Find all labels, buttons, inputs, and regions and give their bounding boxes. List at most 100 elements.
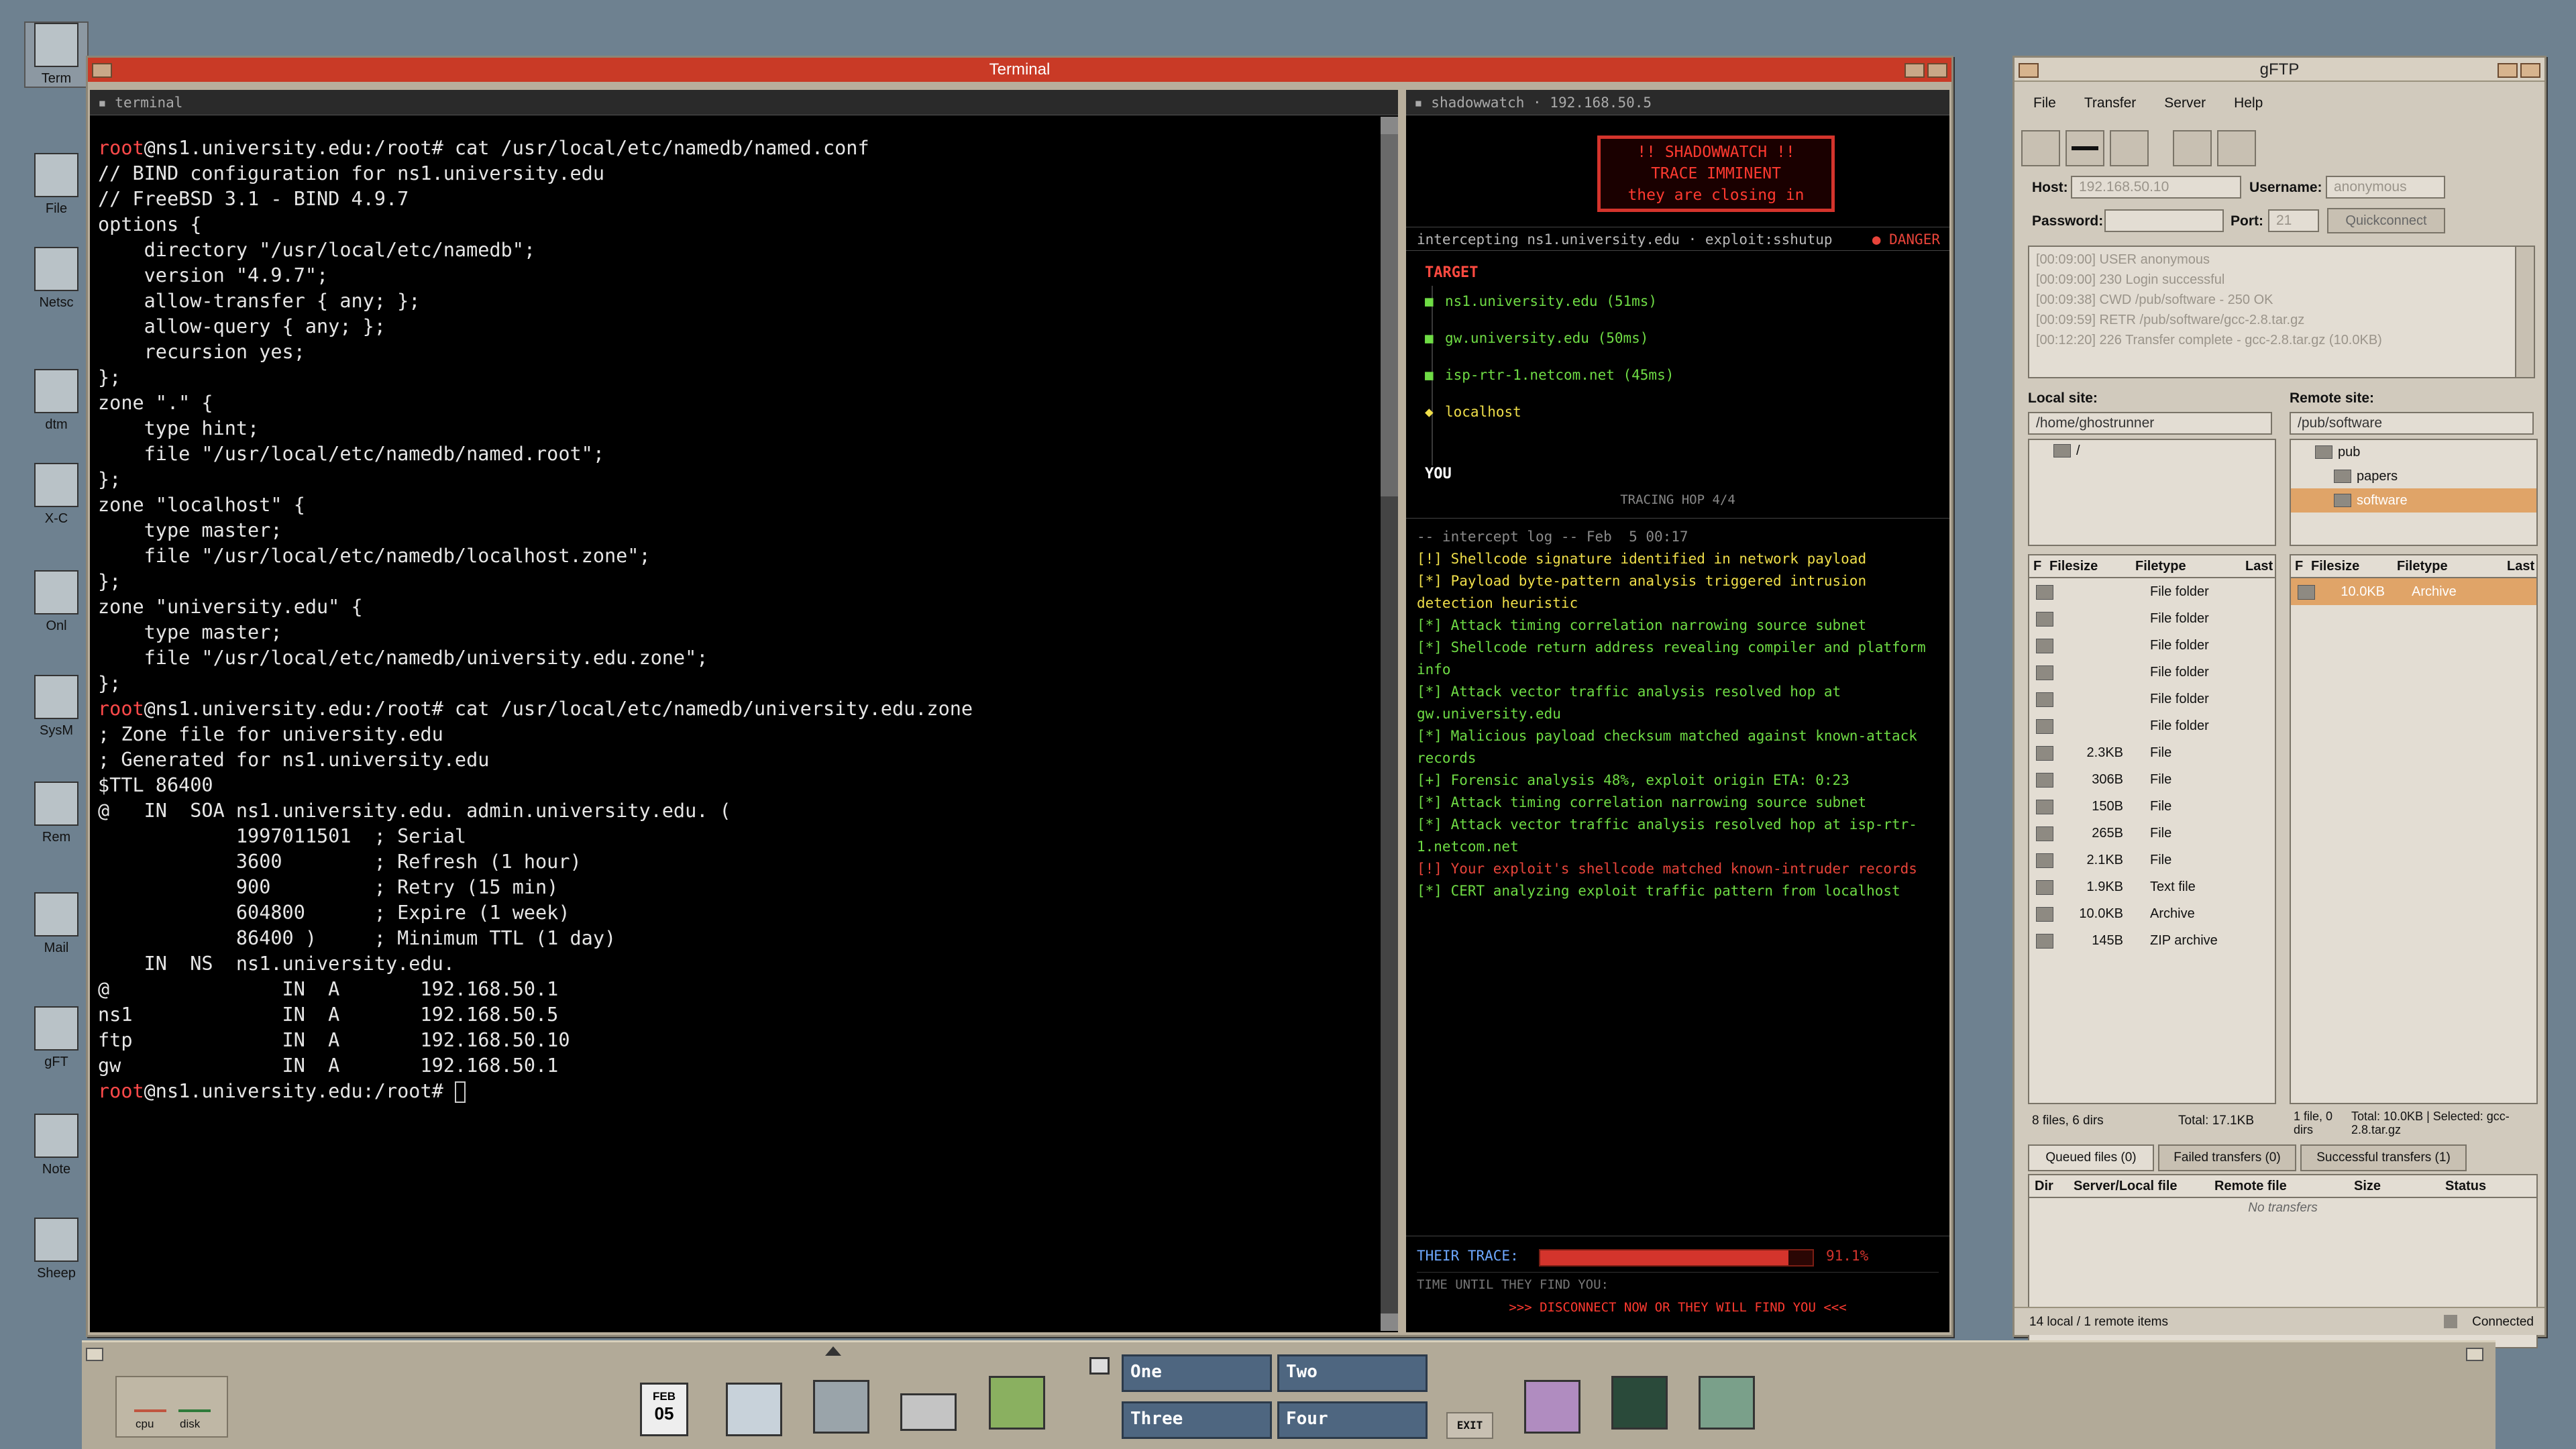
workspace-four[interactable]: Four <box>1277 1401 1428 1439</box>
queue-col-header[interactable]: Size <box>2354 1179 2381 1194</box>
pin-icon[interactable] <box>2173 130 2212 166</box>
scroll-down-arrow[interactable] <box>1381 1313 1398 1331</box>
connect-icon[interactable] <box>2065 130 2104 166</box>
queue-tab[interactable]: Queued files (0) <box>2028 1144 2154 1171</box>
minimize-button[interactable] <box>2498 63 2518 78</box>
gftp-titlebar[interactable]: gFTP <box>2015 58 2544 82</box>
terminal-icon[interactable] <box>813 1380 869 1434</box>
desktop-icon[interactable]: Rem <box>24 782 89 845</box>
file-row[interactable]: File folder <box>2029 686 2275 712</box>
file-row[interactable]: 2.3KB File <box>2029 739 2275 766</box>
hop-marker: ■ <box>1425 330 1434 346</box>
col-header[interactable]: Filesize <box>2311 559 2359 574</box>
port-input[interactable]: 21 <box>2268 209 2319 232</box>
panel-handle-right[interactable] <box>2466 1348 2483 1361</box>
terminal-line: allow-transfer { any; }; <box>98 288 1373 314</box>
desktop-icon[interactable]: SysM <box>24 675 89 739</box>
maximize-button[interactable] <box>2520 63 2540 78</box>
queue-col-header[interactable]: Dir <box>2035 1179 2053 1194</box>
scroll-thumb[interactable] <box>1381 134 1398 496</box>
minimize-button[interactable] <box>1904 63 1925 78</box>
queue-col-header[interactable]: Status <box>2445 1179 2486 1194</box>
workspace-two[interactable]: Two <box>1277 1354 1428 1392</box>
lock-icon[interactable] <box>1089 1357 1110 1375</box>
disconnect-icon[interactable] <box>2021 130 2060 166</box>
username-input[interactable]: anonymous <box>2326 176 2445 199</box>
password-input[interactable] <box>2104 209 2224 232</box>
file-row[interactable]: 150B File <box>2029 793 2275 820</box>
performance-monitor-icon[interactable] <box>1611 1376 1668 1430</box>
col-header[interactable]: Last r <box>2245 559 2275 574</box>
file-row[interactable]: 10.0KB Archive <box>2029 900 2275 927</box>
stop-icon[interactable] <box>2217 130 2256 166</box>
menu-transfer[interactable]: Transfer <box>2071 93 2151 111</box>
col-header[interactable]: Last r <box>2507 559 2536 574</box>
tree-root[interactable]: / <box>2029 440 2275 462</box>
queue-col-header[interactable]: Server/Local file <box>2074 1179 2178 1194</box>
desktop-icon[interactable]: Sheep <box>24 1218 89 1281</box>
tree-item-papers[interactable]: papers <box>2291 464 2536 488</box>
tree-item-pub[interactable]: pub <box>2291 440 2536 464</box>
maximize-button[interactable] <box>1927 63 1947 78</box>
calendar-icon[interactable]: FEB 05 <box>640 1383 688 1436</box>
file-row[interactable]: 10.0KB Archive <box>2291 578 2536 605</box>
menu-file[interactable]: File <box>2020 93 2071 111</box>
desktop-icon[interactable]: Note <box>24 1114 89 1177</box>
file-row[interactable]: 2.1KB File <box>2029 847 2275 873</box>
col-header[interactable]: Filetype <box>2135 559 2186 574</box>
style-manager-icon[interactable] <box>1524 1380 1580 1434</box>
col-header[interactable]: F <box>2033 559 2041 574</box>
printer-icon[interactable] <box>900 1393 957 1431</box>
desktop-icon[interactable]: Onl <box>24 570 89 634</box>
desktop-icon[interactable]: gFT <box>24 1006 89 1070</box>
desktop-icon[interactable]: dtm <box>24 369 89 433</box>
col-header[interactable]: F <box>2295 559 2303 574</box>
panel-handle-left[interactable] <box>86 1348 103 1361</box>
file-row[interactable]: File folder <box>2029 712 2275 739</box>
terminal-scrollbar[interactable] <box>1381 117 1398 1331</box>
workspace-three[interactable]: Three <box>1122 1401 1272 1439</box>
quickconnect-button[interactable]: Quickconnect <box>2327 208 2445 233</box>
terminal-line: // BIND configuration for ns1.university… <box>98 161 1373 186</box>
local-path-input[interactable]: /home/ghostrunner <box>2028 412 2272 435</box>
file-row[interactable]: 1.9KB Text file <box>2029 873 2275 900</box>
terminal-pane[interactable]: ▪ terminal root@ns1.university.edu:/root… <box>90 90 1398 1332</box>
queue-tab[interactable]: Successful transfers (1) <box>2300 1144 2467 1171</box>
file-row[interactable]: File folder <box>2029 578 2275 605</box>
gftp-menubar: File Transfer Server Help <box>2020 93 2536 115</box>
desktop-icon[interactable]: Term <box>24 21 89 88</box>
image-icon[interactable] <box>2110 130 2149 166</box>
desktop-icon[interactable]: Mail <box>24 892 89 956</box>
window-menu-button[interactable] <box>92 63 112 78</box>
scroll-up-arrow[interactable] <box>1381 117 1398 134</box>
tree-item-software[interactable]: software <box>2291 488 2536 513</box>
desktop-icon[interactable]: File <box>24 153 89 217</box>
file-row[interactable]: File folder <box>2029 659 2275 686</box>
file-manager-icon[interactable] <box>726 1383 782 1436</box>
window-menu-button[interactable] <box>2019 63 2039 78</box>
col-header[interactable]: Filesize <box>2049 559 2098 574</box>
panel-expand-arrow[interactable] <box>825 1346 841 1356</box>
log-scrollbar[interactable] <box>2515 247 2534 377</box>
file-row[interactable]: 265B File <box>2029 820 2275 847</box>
desktop-icon[interactable]: Netsc <box>24 247 89 311</box>
file-row[interactable]: File folder <box>2029 632 2275 659</box>
file-row[interactable]: 145B ZIP archive <box>2029 927 2275 954</box>
file-row[interactable]: File folder <box>2029 605 2275 632</box>
log-line: [00:09:00] 230 Login successful <box>2036 272 2225 287</box>
workspace-one[interactable]: One <box>1122 1354 1272 1392</box>
queue-col-header[interactable]: Remote file <box>2214 1179 2287 1194</box>
terminal-titlebar[interactable]: Terminal <box>88 58 1951 82</box>
queue-tab[interactable]: Failed transfers (0) <box>2158 1144 2296 1171</box>
col-header[interactable]: Filetype <box>2397 559 2448 574</box>
remote-path-input[interactable]: /pub/software <box>2290 412 2534 435</box>
file-row[interactable]: 306B File <box>2029 766 2275 793</box>
help-book-icon[interactable] <box>1699 1376 1755 1430</box>
menu-help[interactable]: Help <box>2220 93 2277 111</box>
terminal-line: }; <box>98 365 1373 390</box>
host-input[interactable]: 192.168.50.10 <box>2071 176 2241 199</box>
network-icon[interactable] <box>989 1376 1045 1430</box>
menu-server[interactable]: Server <box>2151 93 2220 111</box>
exit-button[interactable]: EXIT <box>1446 1412 1493 1439</box>
desktop-icon[interactable]: X-C <box>24 463 89 527</box>
